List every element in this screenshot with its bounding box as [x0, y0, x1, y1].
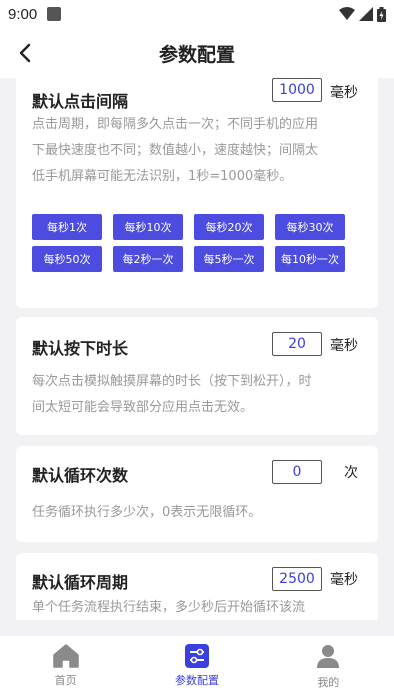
signal-icon [359, 7, 373, 21]
press-duration-unit: 毫秒 [330, 338, 358, 354]
description-line: 低手机屏幕可能无法识别，1秒=1000毫秒。 [32, 169, 293, 184]
notification-icon [47, 7, 62, 21]
tab-label: 参数配置 [174, 674, 219, 687]
bottom-tab-bar: 首页 参数配置 我的 [0, 636, 394, 700]
loop-count-unit: 次 [344, 465, 358, 481]
loop-period-unit: 毫秒 [330, 572, 358, 588]
preset-button[interactable]: 每秒10次 [113, 214, 183, 240]
description-line: 单个任务流程执行结束，多少秒后开始循环该流 [32, 600, 306, 615]
preset-button[interactable]: 每10秒一次 [275, 246, 345, 272]
tab-settings[interactable]: 参数配置 [131, 636, 262, 700]
page-title: 参数配置 [158, 44, 235, 66]
tab-label: 首页 [54, 674, 77, 687]
battery-icon [377, 6, 386, 22]
description-line: 任务循环执行多少次，0表示无限循环。 [32, 505, 262, 520]
preset-button[interactable]: 每秒1次 [32, 214, 102, 240]
preset-button[interactable]: 每5秒一次 [194, 246, 264, 272]
preset-button[interactable]: 每2秒一次 [113, 246, 183, 272]
preset-button[interactable]: 每秒30次 [275, 214, 345, 240]
user-icon [317, 645, 340, 668]
loop-count-description: 任务循环执行多少次，0表示无限循环。 [32, 500, 362, 526]
loop-period-title: 默认循环周期 [32, 573, 129, 592]
loop-count-title: 默认循环次数 [32, 466, 129, 485]
preset-button[interactable]: 每秒20次 [194, 214, 264, 240]
click-rate-presets: 每秒1次 每秒10次 每秒20次 每秒30次 每秒50次 每2秒一次 每5秒一次… [32, 214, 362, 272]
home-icon [52, 644, 79, 668]
press-duration-input[interactable] [272, 332, 322, 356]
sliders-icon [184, 644, 209, 668]
press-duration-description: 每次点击模拟触摸屏幕的时长（按下到松开），时 间太短可能会导致部分应用点击无效。 [32, 369, 362, 421]
click-interval-card: 默认点击间隔 毫秒 点击周期，即每隔多久点击一次；不同手机的应用 下最快速度也不… [16, 78, 378, 308]
loop-period-input[interactable] [272, 567, 322, 591]
loop-period-card: 默认循环周期 毫秒 单个任务流程执行结束，多少秒后开始循环该流 [16, 553, 378, 620]
description-line: 下最快速度也不同；数值越小，速度越快；间隔太 [32, 143, 319, 158]
status-icons [339, 6, 386, 22]
description-line: 点击周期，即每隔多久点击一次；不同手机的应用 [32, 117, 319, 132]
press-duration-card: 默认按下时长 毫秒 每次点击模拟触摸屏幕的时长（按下到松开），时 间太短可能会导… [16, 317, 378, 435]
status-bar: 9:00 [0, 0, 394, 28]
description-line: 间太短可能会导致部分应用点击无效。 [32, 400, 254, 415]
preset-button[interactable]: 每秒50次 [32, 246, 102, 272]
click-interval-input[interactable] [272, 78, 322, 102]
loop-count-card: 默认循环次数 次 任务循环执行多少次，0表示无限循环。 [16, 446, 378, 542]
description-line: 每次点击模拟触摸屏幕的时长（按下到松开），时 [32, 374, 312, 389]
click-interval-title: 默认点击间隔 [32, 92, 129, 111]
click-interval-description: 点击周期，即每隔多久点击一次；不同手机的应用 下最快速度也不同；数值越小，速度越… [32, 112, 362, 190]
tab-label: 我的 [317, 676, 340, 689]
loop-count-input[interactable] [272, 460, 322, 484]
click-interval-unit: 毫秒 [330, 85, 358, 101]
wifi-icon [339, 7, 355, 20]
status-time: 9:00 [8, 5, 38, 23]
tab-home[interactable]: 首页 [0, 636, 131, 700]
press-duration-title: 默认按下时长 [32, 339, 129, 358]
tab-profile[interactable]: 我的 [263, 636, 394, 700]
settings-scroll-area[interactable]: 默认点击间隔 毫秒 点击周期，即每隔多久点击一次；不同手机的应用 下最快速度也不… [0, 78, 394, 620]
app-header: 参数配置 [0, 28, 394, 78]
loop-period-description: 单个任务流程执行结束，多少秒后开始循环该流 [32, 595, 362, 620]
